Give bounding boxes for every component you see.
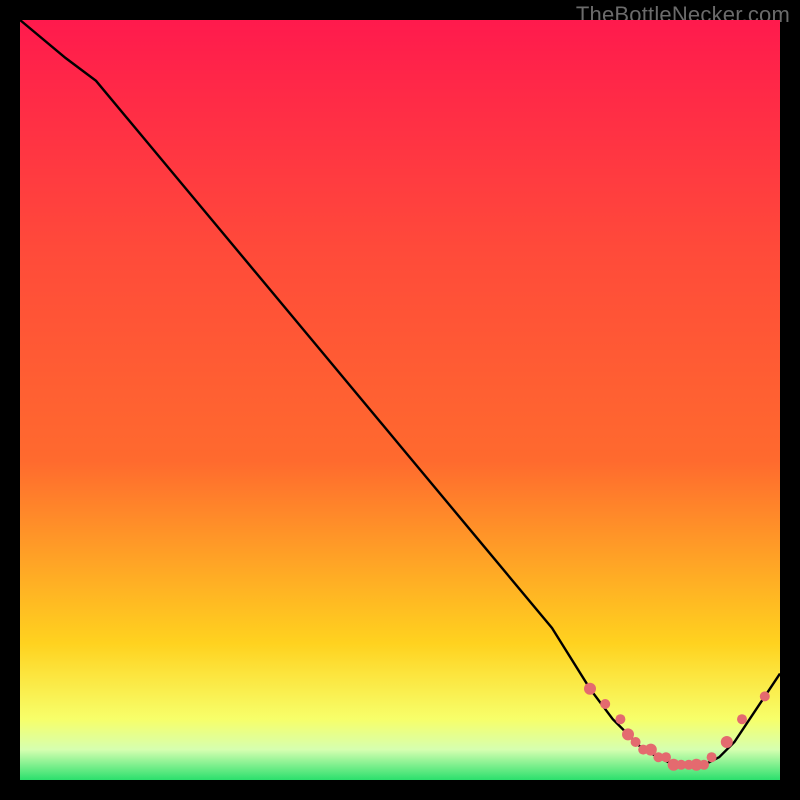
marker-dot xyxy=(721,736,733,748)
bottleneck-chart xyxy=(20,20,780,780)
chart-stage: TheBottleNecker.com xyxy=(0,0,800,800)
gradient-panel xyxy=(20,20,780,780)
marker-dot xyxy=(707,752,717,762)
marker-dot xyxy=(737,714,747,724)
marker-dot xyxy=(600,699,610,709)
marker-dot xyxy=(631,737,641,747)
marker-dot xyxy=(760,691,770,701)
marker-dot xyxy=(584,683,596,695)
marker-dot xyxy=(615,714,625,724)
marker-dot xyxy=(699,760,709,770)
